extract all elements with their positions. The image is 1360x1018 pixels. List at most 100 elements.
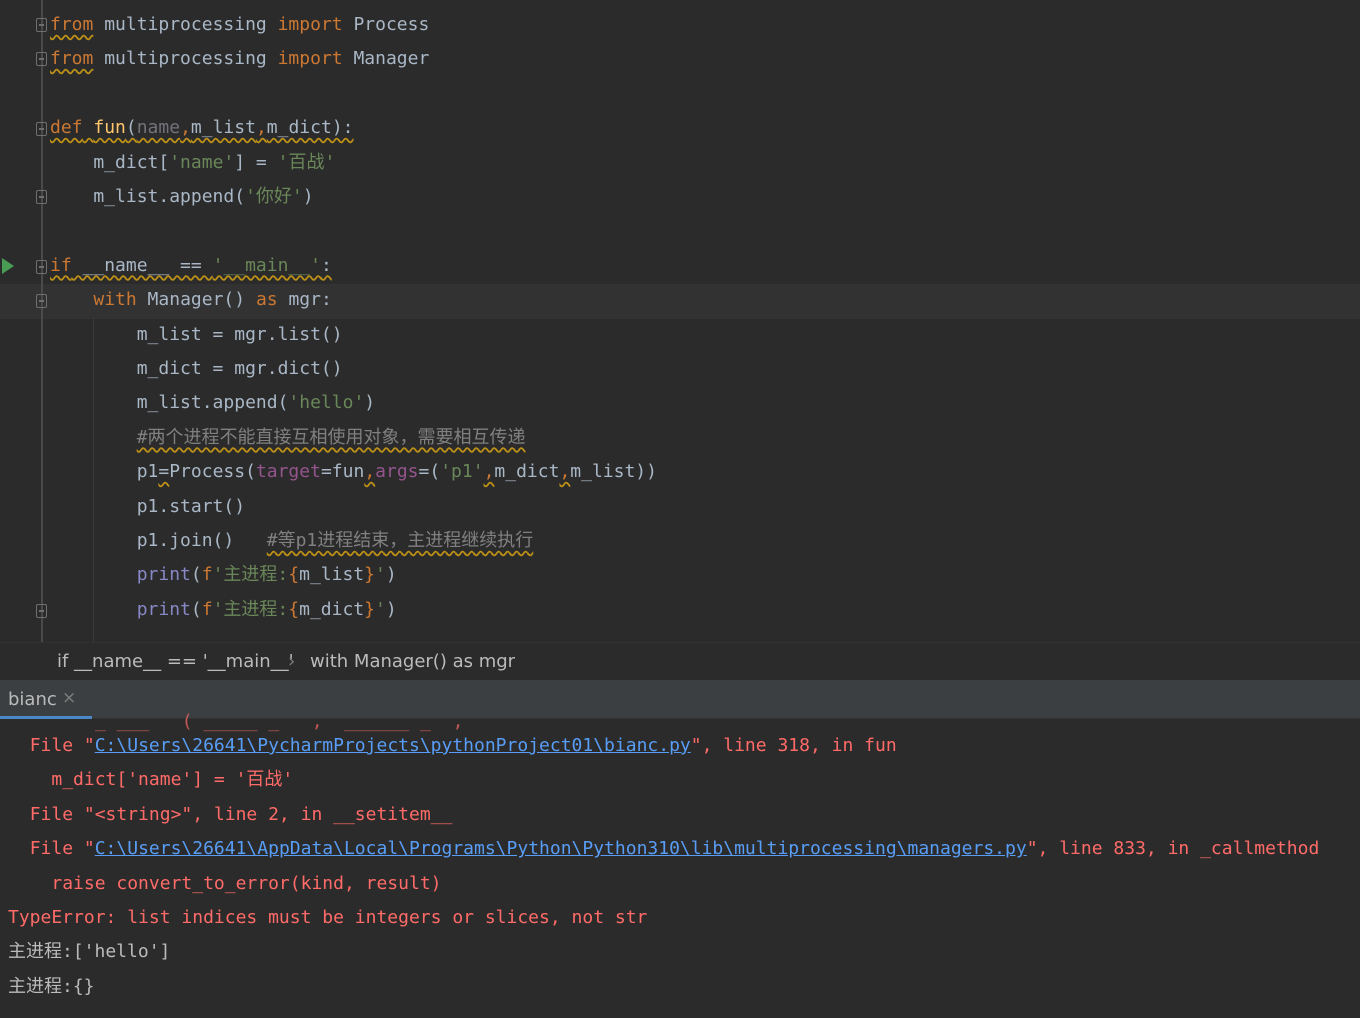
- code-token: p1: [50, 461, 159, 483]
- code-token: fun: [93, 117, 126, 139]
- console-line: File "C:\Users\26641\AppData\Local\Progr…: [8, 832, 1320, 866]
- code-token: 'p1': [440, 461, 484, 483]
- run-icon[interactable]: [2, 258, 14, 274]
- code-token: f: [201, 598, 213, 620]
- code-token: ,: [180, 117, 191, 139]
- code-token: '__main__': [212, 254, 321, 276]
- code-text: m_dict = mgr.dict(): [50, 352, 343, 386]
- code-token: ): [385, 564, 397, 586]
- fold-icon[interactable]: [36, 18, 47, 32]
- code-token: Process(: [169, 461, 256, 483]
- console-line: 主进程:['hello']: [8, 935, 170, 969]
- run-console-output[interactable]: _ ___ ( _____ _ , ______ _ , File "C:\Us…: [0, 711, 1360, 1018]
- breadcrumb-item-if-main[interactable]: if __name__ == '__main__': [57, 651, 294, 672]
- code-text: print(f'主进程:{m_list}'): [50, 558, 397, 592]
- code-token: ': [374, 564, 386, 586]
- code-token: =: [158, 461, 170, 483]
- file-link[interactable]: C:\Users\26641\PycharmProjects\pythonPro…: [95, 735, 691, 756]
- code-text: if __name__ == '__main__':: [50, 249, 332, 283]
- code-token: m_list.append(: [50, 186, 246, 207]
- console-text: 主进程:{}: [8, 975, 95, 997]
- console-text: 主进程:['hello']: [8, 941, 171, 963]
- code-token: m_dict: [299, 598, 365, 620]
- code-token: from: [50, 48, 94, 70]
- fold-icon[interactable]: [36, 604, 47, 618]
- fold-icon[interactable]: [36, 122, 47, 136]
- code-token: ): [302, 186, 314, 207]
- code-token: import: [277, 14, 343, 35]
- code-text: def fun(name,m_list,m_dict):: [50, 111, 354, 145]
- code-token: m_list.append(: [50, 392, 289, 414]
- code-text: from multiprocessing import Manager: [50, 42, 429, 76]
- console-text: File "<string>", line 2, in __setitem__: [29, 803, 453, 825]
- code-text: p1=Process(target=fun,args=('p1',m_dict,…: [50, 455, 657, 489]
- console-text: File ": [29, 735, 95, 756]
- code-token: (: [190, 564, 202, 586]
- code-token: target: [255, 461, 321, 483]
- console-indent: [8, 769, 51, 790]
- code-token: ,: [483, 461, 495, 483]
- console-line: m_dict['name'] = '百战': [8, 763, 293, 797]
- console-line: File "<string>", line 2, in __setitem__: [8, 798, 453, 832]
- console-text: m_dict['name'] = '百战': [51, 769, 294, 791]
- console-text: TypeError: list indices must be integers…: [8, 907, 648, 928]
- code-token: =(: [418, 461, 441, 483]
- breadcrumb-separator-icon: ›: [288, 651, 296, 672]
- code-token: ,: [255, 117, 267, 139]
- code-token: ,: [364, 461, 376, 483]
- code-token: {: [288, 564, 300, 586]
- console-line: File "C:\Users\26641\PycharmProjects\pyt…: [8, 729, 897, 763]
- code-token: p1.join(): [50, 530, 267, 551]
- breadcrumb-item-with[interactable]: with Manager() as mgr: [310, 651, 515, 672]
- code-editor[interactable]: from multiprocessing import Process from …: [0, 0, 1360, 642]
- code-token: :: [320, 254, 332, 276]
- console-line: TypeError: list indices must be integers…: [8, 901, 647, 935]
- code-token: =fun: [320, 461, 365, 483]
- code-token: from: [50, 14, 94, 35]
- run-tab-bianc[interactable]: bianc ×: [0, 680, 92, 719]
- code-token: m_list: [190, 117, 256, 139]
- code-text: m_dict['name'] = '百战': [50, 146, 335, 180]
- code-token: m_list)): [570, 461, 657, 483]
- file-link[interactable]: C:\Users\26641\AppData\Local\Programs\Py…: [95, 838, 1027, 859]
- code-token: ': [374, 598, 386, 620]
- console-indent: [8, 873, 51, 894]
- code-text: p1.start(): [50, 490, 245, 524]
- code-token: Manager(): [136, 289, 256, 311]
- code-token: with: [93, 289, 137, 311]
- fold-icon[interactable]: [36, 260, 47, 274]
- fold-icon[interactable]: [36, 52, 47, 66]
- code-token: m_dict[: [50, 151, 170, 173]
- code-token: 'hello': [288, 392, 365, 414]
- code-token: Process: [342, 14, 430, 35]
- code-token: name: [136, 117, 181, 139]
- code-token: p1.start(): [50, 495, 246, 517]
- code-token: def: [50, 117, 83, 139]
- code-text: p1.join() #等p1进程结束，主进程继续执行: [50, 524, 534, 558]
- console-text: raise convert_to_error(kind, result): [51, 872, 442, 894]
- code-token: (: [190, 598, 202, 620]
- fold-icon[interactable]: [36, 190, 47, 204]
- code-token: import: [277, 48, 343, 70]
- code-text: m_list.append('你好'): [50, 180, 314, 214]
- code-token: __name__ ==: [71, 254, 213, 276]
- code-token: m_list: [299, 564, 365, 586]
- close-icon[interactable]: ×: [62, 688, 76, 708]
- code-token: print: [136, 564, 191, 586]
- console-line: raise convert_to_error(kind, result): [8, 867, 442, 901]
- code-token: Manager: [342, 48, 430, 70]
- code-token: '主进程:: [212, 598, 289, 620]
- code-token: as: [255, 289, 278, 311]
- code-text: print(f'主进程:{m_dict}'): [50, 593, 397, 627]
- code-token: multiprocessing: [93, 48, 278, 70]
- breadcrumb: if __name__ == '__main__' › with Manager…: [0, 642, 1360, 681]
- fold-icon[interactable]: [36, 294, 47, 308]
- code-token: (: [125, 117, 137, 139]
- code-token: '百战': [277, 151, 336, 173]
- code-text: from multiprocessing import Process: [50, 8, 429, 42]
- code-token: f: [201, 564, 213, 586]
